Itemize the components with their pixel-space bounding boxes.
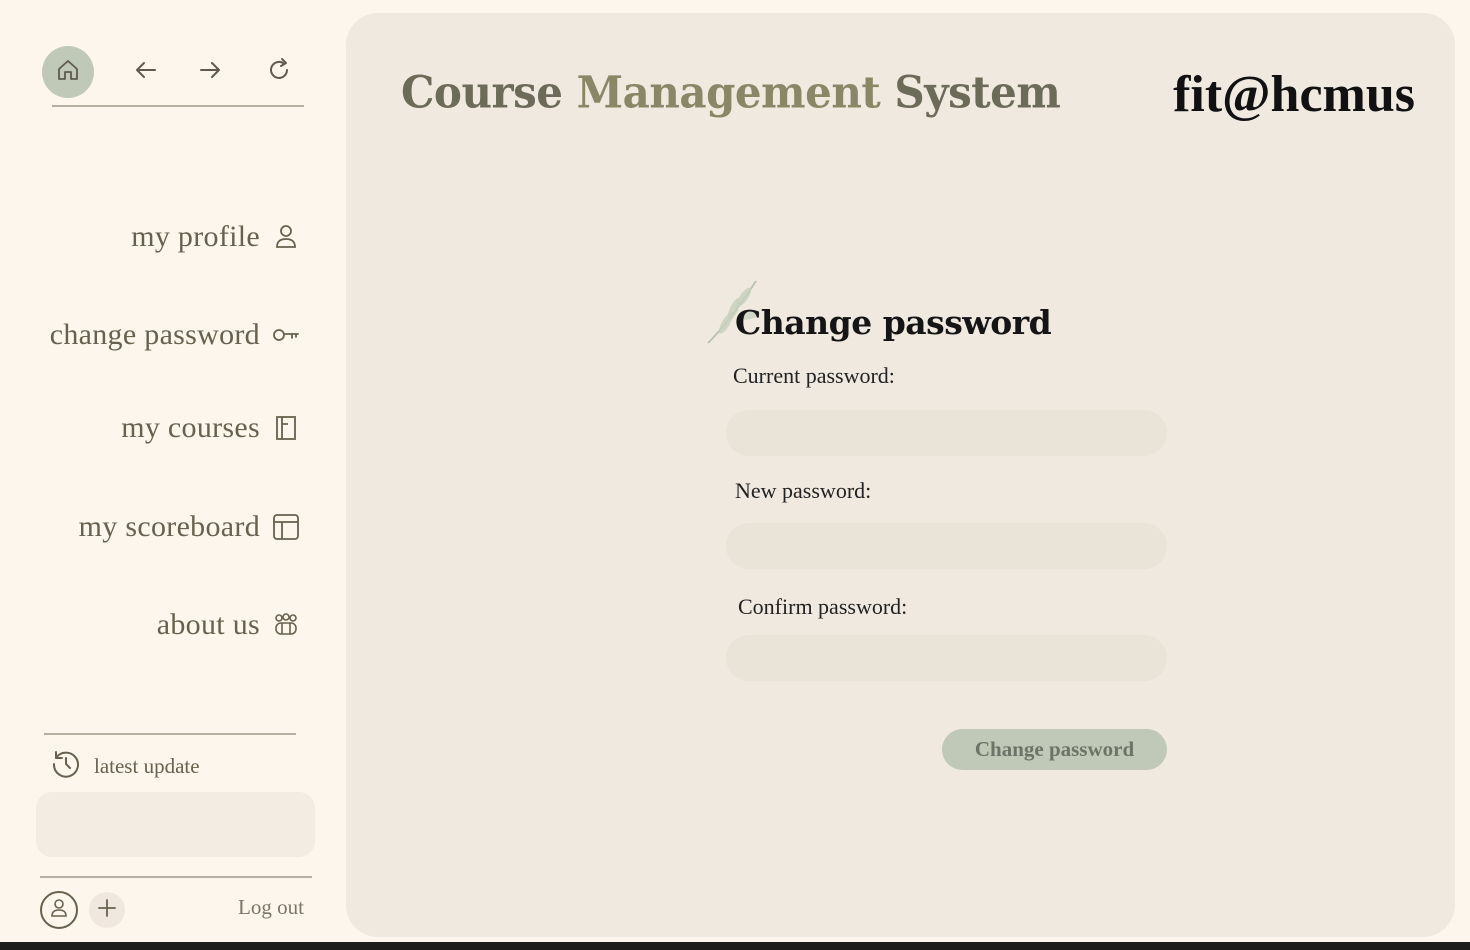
plus-icon <box>97 898 117 923</box>
app-title-part: System <box>880 66 1061 119</box>
user-icon <box>272 223 300 251</box>
latest-update-header: latest update <box>50 748 200 785</box>
update-divider <box>44 733 296 735</box>
sidebar-item-my-courses[interactable]: my courses <box>121 411 300 445</box>
sidebar-item-about-us[interactable]: about us <box>157 608 300 642</box>
confirm-password-label: Confirm password: <box>738 594 908 619</box>
sidebar-item-label: about us <box>156 608 260 641</box>
user-icon <box>48 897 70 924</box>
home-icon <box>55 57 81 88</box>
arrow-left-icon <box>133 57 159 88</box>
reload-button[interactable] <box>265 57 293 88</box>
back-button[interactable] <box>132 58 160 86</box>
footer-divider <box>40 876 312 878</box>
form-title: Change password <box>735 303 1052 342</box>
app-title-part: Course <box>401 66 577 119</box>
account-button[interactable] <box>40 891 78 929</box>
latest-update-label: latest update <box>94 754 200 778</box>
add-button[interactable] <box>89 892 125 928</box>
main-panel: Course Management System fit@hcmus Chang… <box>346 13 1455 937</box>
sidebar-item-label: my courses <box>121 411 260 444</box>
sidebar: my profile change password my courses my… <box>0 0 340 942</box>
sidebar-item-my-profile[interactable]: my profile <box>131 220 300 254</box>
app-title: Course Management System <box>401 66 1061 119</box>
sidebar-item-label: change password <box>49 318 260 351</box>
nav-divider <box>52 105 304 107</box>
sidebar-item-label: my profile <box>131 220 260 253</box>
app-title-part: Management <box>576 66 881 119</box>
group-icon <box>272 611 300 639</box>
forward-button[interactable] <box>196 58 224 86</box>
logout-link[interactable]: Log out <box>238 895 304 920</box>
history-icon <box>50 748 82 785</box>
current-password-input[interactable] <box>726 410 1167 456</box>
current-password-label: Current password: <box>733 363 895 388</box>
sidebar-item-my-scoreboard[interactable]: my scoreboard <box>79 510 300 544</box>
change-password-button[interactable]: Change password <box>942 729 1167 770</box>
home-button[interactable] <box>42 46 94 98</box>
table-icon <box>272 513 300 541</box>
window-bottom-edge <box>0 942 1470 950</box>
book-icon <box>272 414 300 442</box>
sidebar-item-label: my scoreboard <box>78 510 260 543</box>
new-password-input[interactable] <box>726 523 1167 569</box>
key-icon <box>272 321 300 349</box>
confirm-password-input[interactable] <box>726 635 1167 681</box>
arrow-right-icon <box>197 57 223 88</box>
reload-icon <box>266 57 292 88</box>
brand-logo-text: fit@hcmus <box>1173 66 1415 123</box>
new-password-label: New password: <box>735 478 872 503</box>
latest-update-panel <box>36 792 315 857</box>
browser-nav <box>42 46 304 98</box>
sidebar-item-change-password[interactable]: change password <box>50 318 300 352</box>
